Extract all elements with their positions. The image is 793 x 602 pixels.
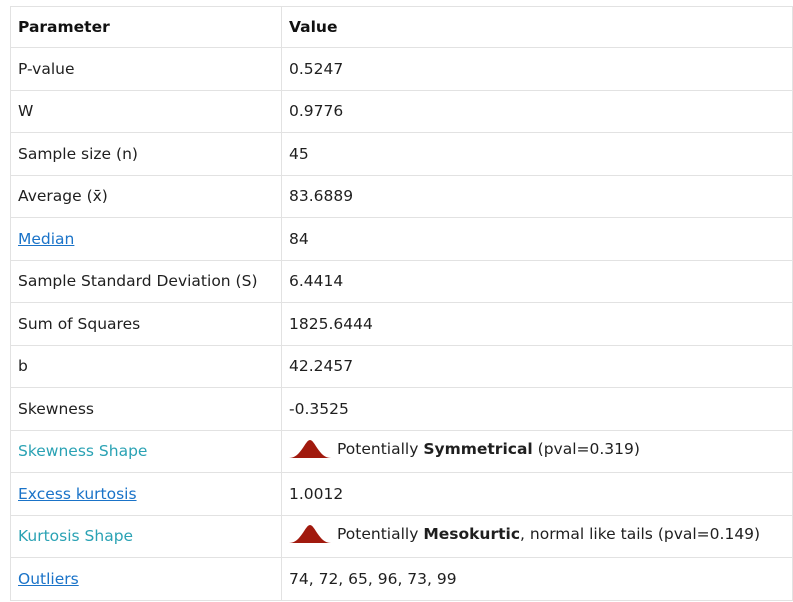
- median-link[interactable]: Median: [18, 230, 74, 248]
- table-row: P-value 0.5247: [10, 47, 793, 91]
- row-label-average: Average (x̄): [10, 174, 282, 218]
- table-row: Skewness Shape Potentially Symmetrical (…: [10, 429, 793, 473]
- row-value-w: 0.9776: [281, 89, 793, 133]
- row-value-b: 42.2457: [281, 344, 793, 388]
- bell-curve-icon: [289, 525, 331, 544]
- row-value-sample-size: 45: [281, 132, 793, 176]
- table-row: Average (x̄) 83.6889: [10, 174, 793, 218]
- row-value-excess-kurtosis: 1.0012: [281, 472, 793, 516]
- table-row: Kurtosis Shape Potentially Mesokurtic, n…: [10, 514, 793, 558]
- row-label-w: W: [10, 89, 282, 133]
- table-row: Excess kurtosis 1.0012: [10, 472, 793, 516]
- skewness-shape-suffix: (pval=0.319): [532, 440, 640, 459]
- table-header-row: Parameter Value: [10, 6, 793, 48]
- outliers-link[interactable]: Outliers: [18, 570, 79, 588]
- row-label-p-value: P-value: [10, 47, 282, 91]
- row-label-std-dev: Sample Standard Deviation (S): [10, 259, 282, 303]
- kurtosis-shape-prefix: Potentially: [337, 525, 424, 544]
- table-row: b 42.2457: [10, 344, 793, 388]
- kurtosis-shape-label: Kurtosis Shape: [10, 514, 282, 558]
- results-table: Parameter Value P-value 0.5247 W 0.9776 …: [10, 6, 793, 601]
- kurtosis-shape-value: Potentially Mesokurtic, normal like tail…: [281, 514, 793, 558]
- row-label-skewness: Skewness: [10, 387, 282, 431]
- table-row: Sample size (n) 45: [10, 132, 793, 176]
- table-row: Outliers 74, 72, 65, 96, 73, 99: [10, 557, 793, 601]
- row-value-average: 83.6889: [281, 174, 793, 218]
- median-cell: Median: [10, 217, 282, 261]
- kurtosis-shape-suffix: , normal like tails (pval=0.149): [520, 525, 761, 544]
- row-value-outliers: 74, 72, 65, 96, 73, 99: [281, 557, 793, 601]
- table-row: Sample Standard Deviation (S) 6.4414: [10, 259, 793, 303]
- row-label-sum-of-squares: Sum of Squares: [10, 302, 282, 346]
- row-value-sum-of-squares: 1825.6444: [281, 302, 793, 346]
- row-label-sample-size: Sample size (n): [10, 132, 282, 176]
- bell-curve-icon: [289, 440, 331, 459]
- table-row: Median 84: [10, 217, 793, 261]
- skewness-shape-bold: Symmetrical: [423, 440, 533, 459]
- table-row: W 0.9776: [10, 89, 793, 133]
- row-value-skewness: -0.3525: [281, 387, 793, 431]
- row-value-p-value: 0.5247: [281, 47, 793, 91]
- excess-kurtosis-link[interactable]: Excess kurtosis: [18, 485, 137, 503]
- skewness-shape-value: Potentially Symmetrical (pval=0.319): [281, 429, 793, 473]
- parameter-header: Parameter: [10, 6, 282, 48]
- excess-kurtosis-cell: Excess kurtosis: [10, 472, 282, 516]
- value-header: Value: [281, 6, 793, 48]
- outliers-cell: Outliers: [10, 557, 282, 601]
- skewness-shape-prefix: Potentially: [337, 440, 424, 459]
- kurtosis-shape-bold: Mesokurtic: [423, 525, 521, 544]
- row-value-median: 84: [281, 217, 793, 261]
- table-row: Skewness -0.3525: [10, 387, 793, 431]
- row-value-std-dev: 6.4414: [281, 259, 793, 303]
- row-label-b: b: [10, 344, 282, 388]
- skewness-shape-label: Skewness Shape: [10, 429, 282, 473]
- table-row: Sum of Squares 1825.6444: [10, 302, 793, 346]
